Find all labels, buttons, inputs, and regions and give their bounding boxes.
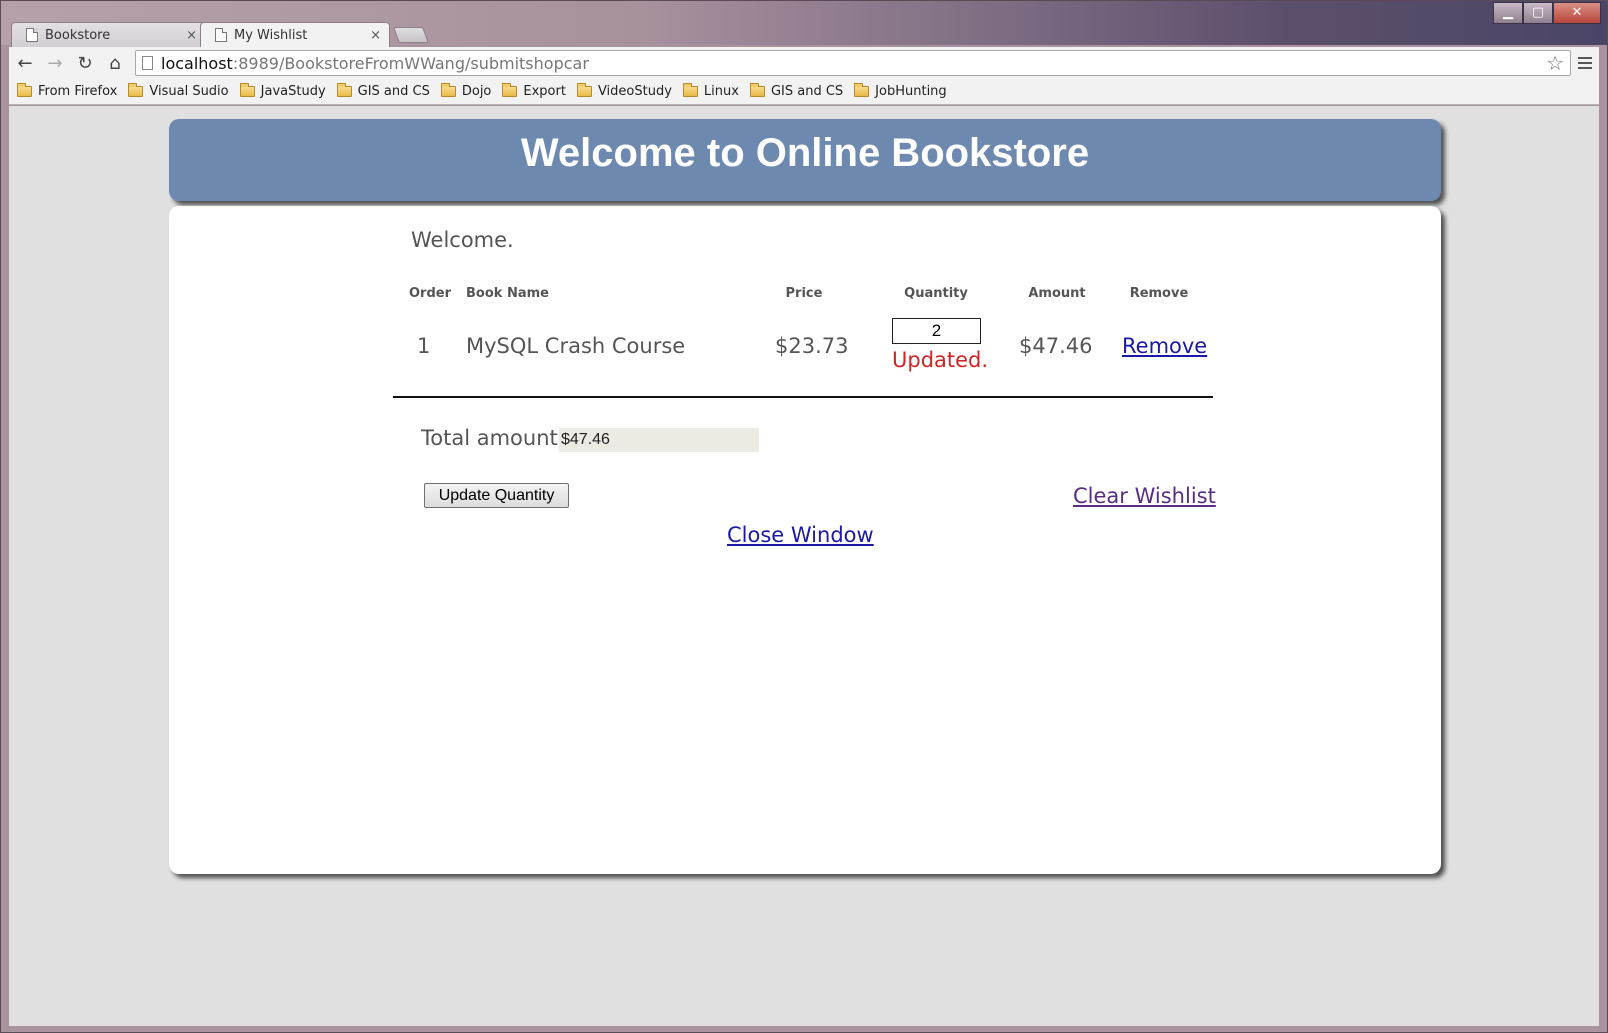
bookmark-folder[interactable]: VideoStudy [576,83,672,99]
bookmark-folder[interactable]: Visual Sudio [128,83,229,99]
bookmark-folder[interactable]: From Firefox [17,83,118,99]
tab-strip: Bookstore × My Wishlist × [11,22,429,47]
url-path: :8989/BookstoreFromWWang/submitshopcar [232,53,589,73]
total-amount-label: Total amount: [421,426,565,450]
column-header-amount: Amount [1028,286,1086,301]
reload-icon[interactable]: ↻ [71,49,99,77]
wishlist-panel: Welcome. Order Book Name Price Quantity … [169,206,1441,874]
close-window-icon[interactable]: ✕ [1553,2,1601,24]
page-icon [215,28,227,42]
forward-icon[interactable]: → [41,49,69,77]
bookmark-folder[interactable]: Linux [682,83,739,99]
column-header-book-name: Book Name [466,286,549,301]
folder-icon [17,83,32,97]
title-bar: ▁ ▢ ✕ Bookstore × My Wishlist × [1,1,1607,47]
update-status: Updated. [892,348,989,372]
browser-toolbar: ← → ↻ ⌂ localhost:8989/BookstoreFromWWan… [9,47,1599,79]
bookmark-label: JobHunting [875,84,947,99]
remove-link[interactable]: Remove [1122,334,1207,358]
folder-icon [682,83,698,97]
tab-title: Bookstore [45,27,111,43]
row-order: 1 [417,334,431,358]
bookmarks-bar: From Firefox Visual Sudio JavaStudy GIS … [9,79,1599,105]
url-text: localhost:8989/BookstoreFromWWang/submit… [161,54,1546,73]
new-tab-button[interactable] [393,27,429,43]
bookmark-star-icon[interactable]: ☆ [1546,51,1564,75]
bookmark-folder[interactable]: Dojo [440,83,492,99]
folder-icon [336,83,352,97]
url-host: localhost [161,53,233,73]
total-amount-field [559,428,759,452]
page-icon [142,56,153,70]
folder-icon [128,83,144,97]
bookmark-label: Export [523,84,566,99]
page-icon [26,28,38,42]
welcome-text: Welcome. [411,228,514,252]
bookmark-label: Linux [703,84,739,99]
back-icon[interactable]: ← [11,49,39,77]
folder-icon [576,83,592,97]
bookmark-folder[interactable]: GIS and CS [336,83,430,99]
bookmark-label: GIS and CS [770,84,844,99]
folder-icon [440,83,456,97]
menu-icon[interactable] [1571,49,1599,77]
window-controls: ▁ ▢ ✕ [1493,2,1601,24]
folder-icon [502,83,518,97]
tab-my-wishlist[interactable]: My Wishlist × [200,22,390,47]
browser-window: ▁ ▢ ✕ Bookstore × My Wishlist × ← → ↻ ⌂ … [0,0,1608,1033]
row-amount: $47.46 [1019,334,1093,358]
bookmark-label: Dojo [461,84,492,99]
tab-close-icon[interactable]: × [370,28,381,43]
page-viewport: Welcome to Online Bookstore Welcome. Ord… [9,106,1599,1026]
tab-title: My Wishlist [234,27,308,43]
maximize-icon[interactable]: ▢ [1523,2,1553,24]
update-quantity-button[interactable]: Update Quantity [424,483,569,508]
address-bar[interactable]: localhost:8989/BookstoreFromWWang/submit… [135,50,1571,76]
clear-wishlist-link[interactable]: Clear Wishlist [1073,484,1216,508]
divider [393,396,1213,398]
folder-icon [749,83,765,97]
bookmark-folder[interactable]: JobHunting [854,83,947,99]
bookmark-label: Visual Sudio [149,84,229,99]
row-book-name: MySQL Crash Course [466,334,686,358]
column-header-order: Order [409,286,451,301]
page-title: Welcome to Online Bookstore [520,130,1090,175]
tab-close-icon[interactable]: × [186,28,197,43]
row-price: $23.73 [775,334,849,358]
close-window-link[interactable]: Close Window [727,523,874,547]
home-icon[interactable]: ⌂ [101,49,129,77]
bookmark-label: JavaStudy [260,84,326,99]
quantity-input[interactable] [892,318,981,344]
tab-bookstore[interactable]: Bookstore × [11,22,206,47]
column-header-quantity: Quantity [904,286,968,301]
bookmark-label: From Firefox [38,84,118,99]
folder-icon [239,83,255,97]
bookmark-folder[interactable]: JavaStudy [239,83,326,99]
column-header-price: Price [785,286,823,301]
column-header-remove: Remove [1129,286,1189,301]
bookmark-label: VideoStudy [597,84,672,99]
bookmark-label: GIS and CS [357,84,430,99]
minimize-icon[interactable]: ▁ [1493,2,1523,24]
bookmark-folder[interactable]: Export [502,83,566,99]
folder-icon [854,83,870,97]
site-header: Welcome to Online Bookstore [169,119,1441,201]
bookmark-folder[interactable]: GIS and CS [749,83,844,99]
